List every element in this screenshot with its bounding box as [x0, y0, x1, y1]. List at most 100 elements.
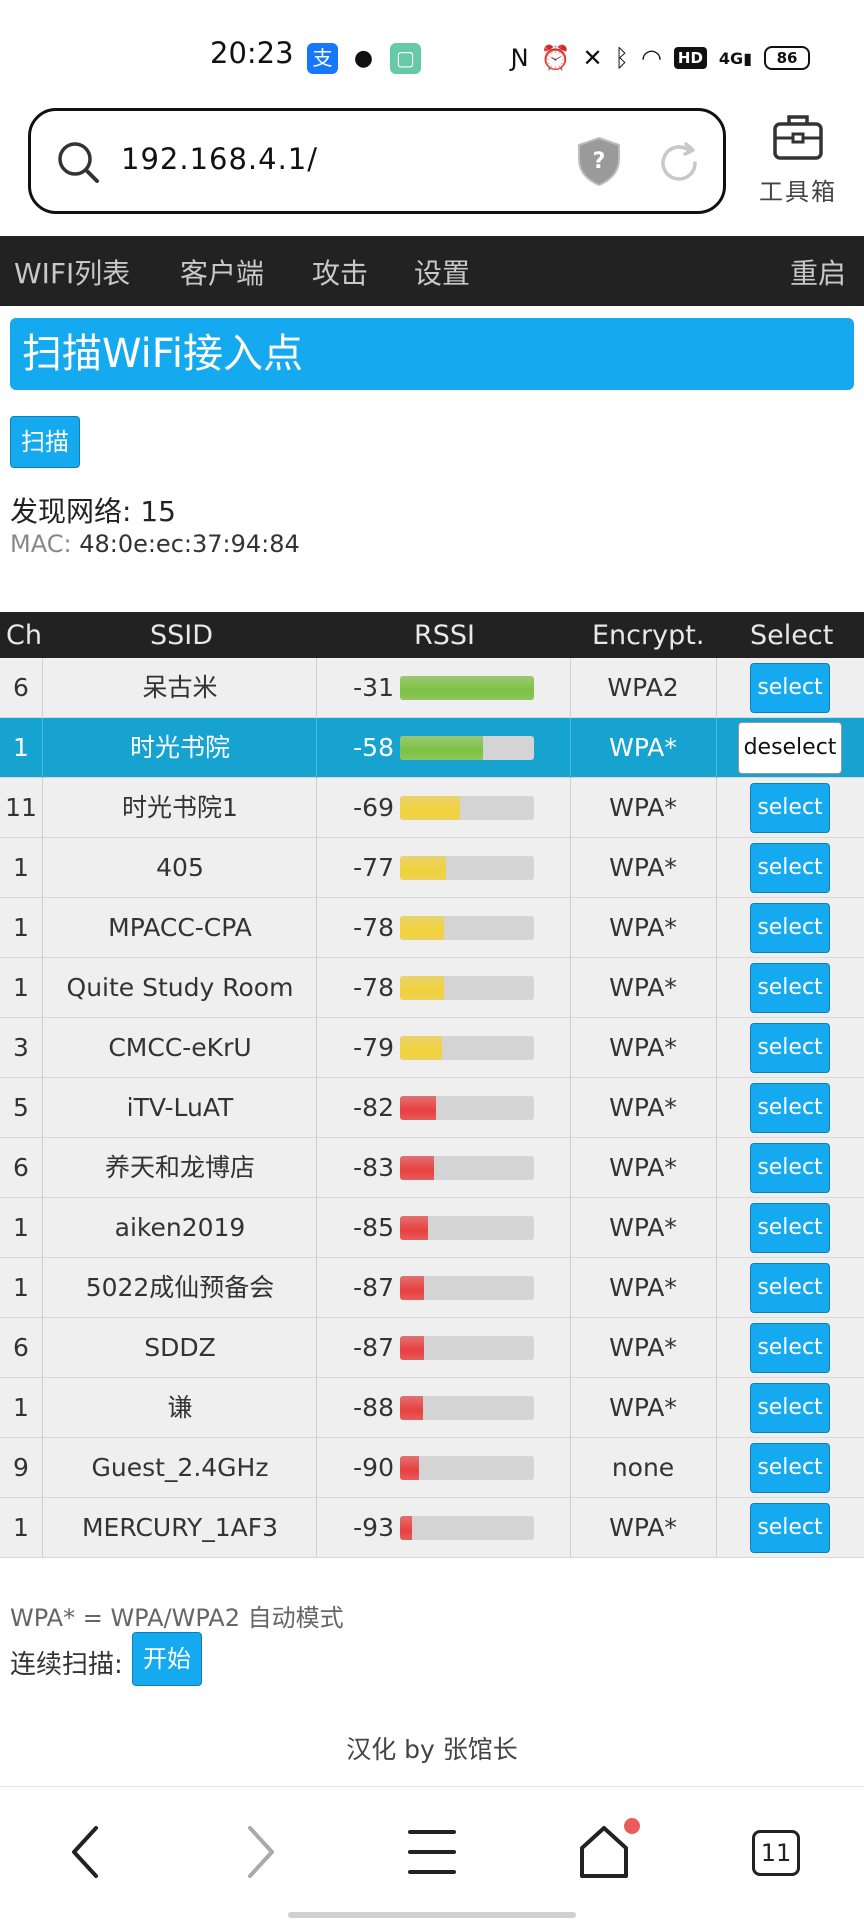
svg-text:?: ? — [593, 149, 606, 174]
mute-icon: ✕ — [582, 44, 603, 72]
signal-strength-bar — [400, 1036, 534, 1060]
column-divider — [716, 1378, 717, 1438]
encryption-cell: WPA* — [609, 1153, 677, 1182]
column-divider — [316, 1138, 317, 1198]
select-button[interactable]: select — [750, 1263, 830, 1313]
column-divider — [42, 898, 43, 958]
column-divider — [716, 1438, 717, 1498]
signal-strength-fill — [400, 976, 445, 1000]
column-divider — [42, 1018, 43, 1078]
select-button[interactable]: select — [750, 1023, 830, 1073]
found-networks-count: 发现网络: 15 — [10, 495, 176, 528]
nav-wifi-list[interactable]: WIFI列表 — [14, 252, 130, 292]
signal-strength-fill — [400, 1336, 425, 1360]
column-divider — [42, 1318, 43, 1378]
alipay-icon: 支 — [307, 43, 338, 74]
encryption-cell: WPA* — [609, 913, 677, 942]
status-time: 20:23 — [210, 36, 294, 70]
select-button[interactable]: select — [750, 783, 830, 833]
rssi-value: -85 — [353, 1213, 394, 1242]
mac-label: MAC: — [10, 530, 72, 558]
bluetooth-icon: ᛒ — [614, 44, 629, 72]
deselect-button[interactable]: deselect — [738, 722, 842, 774]
select-button[interactable]: select — [750, 1143, 830, 1193]
nav-clients[interactable]: 客户端 — [180, 252, 264, 292]
address-bar[interactable]: 192.168.4.1/ ? — [28, 108, 726, 214]
security-shield-icon[interactable]: ? — [575, 135, 623, 187]
signal-strength-bar — [400, 916, 534, 940]
column-divider — [570, 1078, 571, 1138]
column-divider — [316, 1318, 317, 1378]
battery-indicator: 86 — [764, 46, 810, 70]
forward-icon[interactable] — [238, 1820, 282, 1884]
select-button[interactable]: select — [750, 663, 830, 713]
select-button[interactable]: select — [750, 963, 830, 1013]
nav-restart[interactable]: 重启 — [790, 252, 846, 292]
column-divider — [316, 898, 317, 958]
toolbox-button[interactable]: 工具箱 — [756, 112, 840, 207]
back-icon[interactable] — [64, 1820, 108, 1884]
rssi-value: -87 — [353, 1333, 394, 1362]
search-icon — [58, 142, 99, 183]
ssid-cell: aiken2019 — [114, 1213, 246, 1242]
select-button[interactable]: select — [750, 1443, 830, 1493]
channel-cell: 1 — [13, 913, 29, 942]
column-divider — [570, 1498, 571, 1558]
nav-settings[interactable]: 设置 — [414, 252, 470, 292]
page-title: 扫描WiFi接入点 — [10, 318, 854, 390]
ssid-cell: 5022成仙预备会 — [85, 1273, 275, 1302]
nav-attack[interactable]: 攻击 — [312, 252, 368, 292]
column-divider — [716, 658, 717, 718]
scan-button[interactable]: 扫描 — [10, 416, 80, 468]
table-row: 5 iTV-LuAT -82 WPA* select — [0, 1078, 864, 1138]
reload-icon[interactable] — [655, 139, 703, 187]
channel-cell: 1 — [13, 1213, 29, 1242]
table-row: 1 aiken2019 -85 WPA* select — [0, 1198, 864, 1258]
encryption-cell: WPA* — [609, 793, 677, 822]
wifi-icon: ◠ — [640, 44, 662, 72]
notification-dot — [624, 1818, 640, 1834]
column-divider — [716, 1258, 717, 1318]
tabs-icon[interactable]: 11 — [752, 1830, 800, 1876]
select-button[interactable]: select — [750, 1503, 830, 1553]
select-button[interactable]: select — [750, 1203, 830, 1253]
start-continuous-scan-button[interactable]: 开始 — [132, 1632, 202, 1686]
column-divider — [570, 1438, 571, 1498]
column-divider — [570, 838, 571, 898]
menu-icon[interactable] — [406, 1820, 458, 1884]
table-row: 1 谦 -88 WPA* select — [0, 1378, 864, 1438]
ssid-cell: Quite Study Room — [66, 973, 294, 1002]
channel-cell: 6 — [13, 1333, 29, 1362]
channel-cell: 11 — [5, 793, 37, 822]
signal-strength-bar — [400, 1276, 534, 1300]
app-icon: ▢ — [390, 43, 421, 74]
signal-strength-bar — [400, 796, 534, 820]
header-ch: Ch — [6, 620, 42, 651]
table-row: 6 SDDZ -87 WPA* select — [0, 1318, 864, 1378]
encryption-cell: WPA* — [609, 1333, 677, 1362]
column-divider — [316, 1018, 317, 1078]
column-divider — [42, 838, 43, 898]
select-button[interactable]: select — [750, 1083, 830, 1133]
channel-cell: 1 — [13, 853, 29, 882]
encryption-cell: WPA* — [609, 853, 677, 882]
rssi-value: -87 — [353, 1273, 394, 1302]
signal-strength-fill — [400, 1516, 413, 1540]
top-navigation: WIFI列表 客户端 攻击 设置 重启 — [0, 236, 864, 306]
ssid-cell: SDDZ — [144, 1333, 216, 1362]
select-button[interactable]: select — [750, 903, 830, 953]
signal-strength-bar — [400, 856, 534, 880]
column-divider — [316, 1258, 317, 1318]
select-button[interactable]: select — [750, 843, 830, 893]
table-row: 1 时光书院 -58 WPA* deselect — [0, 718, 864, 778]
select-button[interactable]: select — [750, 1323, 830, 1373]
select-button[interactable]: select — [750, 1383, 830, 1433]
status-bar: 20:23 支 ● ▢ Ɲ ⏰ ✕ ᛒ ◠ HD 4G▮ 86 — [0, 0, 864, 112]
table-row: 9 Guest_2.4GHz -90 none select — [0, 1438, 864, 1498]
ssid-cell: 呆古米 — [142, 673, 218, 702]
rssi-value: -79 — [353, 1033, 394, 1062]
ssid-cell: 405 — [156, 853, 204, 882]
url-text[interactable]: 192.168.4.1/ — [121, 142, 318, 176]
home-icon[interactable] — [576, 1820, 632, 1884]
signal-strength-bar — [400, 1396, 534, 1420]
